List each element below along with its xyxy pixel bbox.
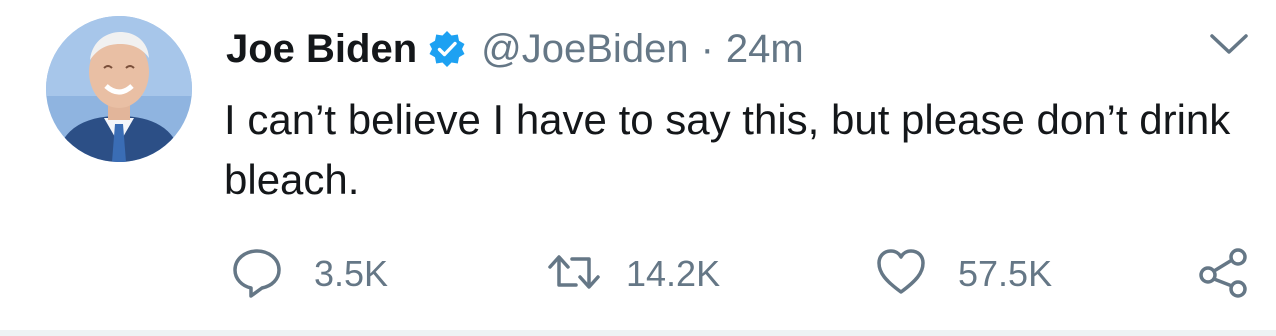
timestamp[interactable]: 24m	[726, 27, 804, 72]
tweet-header: Joe Biden @JoeBiden · 24m	[226, 22, 804, 76]
divider	[0, 330, 1276, 336]
author-handle[interactable]: @JoeBiden	[481, 27, 688, 72]
heart-icon	[874, 245, 928, 304]
avatar-image	[46, 16, 192, 162]
action-bar: 3.5K 14.2K 57.5K	[230, 244, 1260, 304]
like-button[interactable]: 57.5K	[874, 244, 1052, 304]
avatar[interactable]	[46, 16, 192, 162]
retweet-count: 14.2K	[626, 253, 721, 294]
verified-badge-icon	[427, 29, 467, 69]
chevron-down-icon[interactable]	[1208, 30, 1250, 58]
reply-count: 3.5K	[314, 253, 389, 294]
tweet-text: I can’t believe I have to say this, but …	[224, 96, 1231, 203]
reply-button[interactable]: 3.5K	[230, 244, 388, 304]
reply-icon	[230, 245, 284, 304]
tweet[interactable]: Joe Biden @JoeBiden · 24m I can’t believ…	[0, 0, 1276, 336]
like-count: 57.5K	[958, 253, 1053, 294]
retweet-button[interactable]: 14.2K	[546, 244, 720, 304]
header-separator: ·	[700, 26, 714, 71]
share-icon	[1196, 245, 1252, 304]
share-button[interactable]	[1196, 244, 1252, 304]
retweet-icon	[546, 245, 602, 304]
author-name[interactable]: Joe Biden	[226, 27, 417, 72]
